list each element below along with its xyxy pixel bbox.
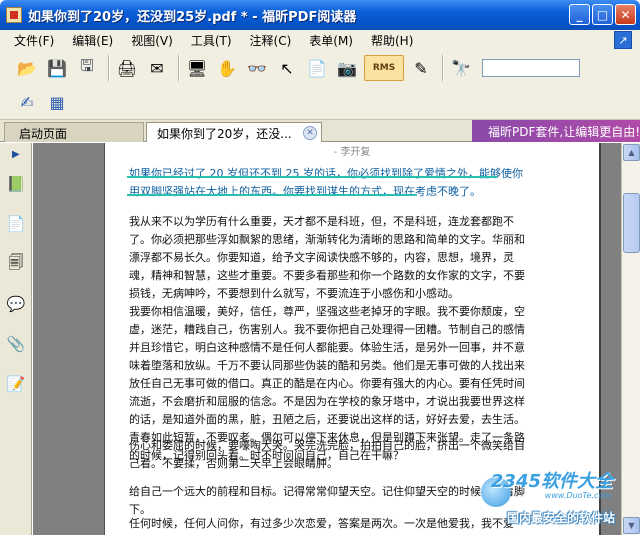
typewriter-icon[interactable]: ✍: [14, 90, 40, 116]
scroll-up-icon[interactable]: ▲: [623, 144, 640, 161]
text-select-icon[interactable]: 📄: [304, 55, 330, 81]
close-button[interactable]: ✕: [615, 4, 636, 25]
side-panel: ▶ 📗 📄 🗐 💬 📎 📝: [0, 143, 32, 535]
watermark-logo: 2345软件大全: [490, 471, 613, 492]
menu-edit[interactable]: 编辑(E): [72, 32, 113, 49]
rms-protect-icon[interactable]: RMS: [364, 55, 404, 81]
title-bar: 如果你到了20岁，还没到25岁.pdf * - 福昕PDF阅读器 _ □ ✕: [0, 0, 640, 30]
tab-document[interactable]: 如果你到了20岁，还没... ✕: [146, 122, 322, 142]
menu-bar: 文件(F) 编辑(E) 视图(V) 工具(T) 注释(C) 表单(M) 帮助(H…: [0, 30, 640, 50]
layers-icon[interactable]: 🗐: [6, 253, 26, 275]
toolbar-separator: [178, 55, 180, 81]
attachments-icon[interactable]: 📎: [6, 333, 26, 355]
save-icon[interactable]: 💾: [44, 55, 70, 81]
email-icon[interactable]: ✉: [144, 55, 170, 81]
paragraph[interactable]: 伤心和委屈的时候，要嚎啕大哭。哭完洗完脸，拍拍自己的脸，挤出一个微笑给自己看。不…: [129, 437, 529, 473]
tab-bar: 启动页面 如果你到了20岁，还没... ✕ 福昕PDF套件,让编辑更自由!: [0, 120, 640, 142]
page-header: - 李开复: [333, 147, 371, 158]
find-binoculars-icon[interactable]: 🔭: [448, 55, 474, 81]
window-title: 如果你到了20岁，还没到25岁.pdf * - 福昕PDF阅读器: [28, 9, 357, 25]
watermark-url: www.DuoTe.com: [544, 491, 611, 500]
menu-file[interactable]: 文件(F): [14, 32, 54, 49]
paragraph[interactable]: 任何时候，任何人问你，有过多少次恋爱，答案是两次。一次是他爱我，我不爱他。一次是: [129, 515, 529, 535]
highlight-underline: [127, 194, 417, 196]
toolbar-separator: [108, 55, 110, 81]
watermark-slogan: 国内最安全的软件站: [506, 511, 615, 525]
scroll-thumb[interactable]: [623, 193, 640, 253]
search-input[interactable]: [482, 59, 580, 77]
scroll-down-icon[interactable]: ▼: [623, 517, 640, 534]
menu-comment[interactable]: 注释(C): [250, 32, 292, 49]
sign-pen-icon[interactable]: ✎: [408, 55, 434, 81]
signatures-icon[interactable]: 📝: [6, 373, 26, 395]
main-toolbar: 📂 💾 🖫 🖨 ✉ 🖥 ✋ 👓 ↖ 📄 📷 RMS ✎ 🔭: [0, 50, 640, 86]
secondary-toolbar: ✍ ▦: [0, 86, 640, 120]
minimize-button[interactable]: _: [569, 4, 590, 25]
snapshot-camera-icon[interactable]: 📷: [334, 55, 360, 81]
app-icon: [6, 7, 22, 23]
tab-close-icon[interactable]: ✕: [303, 126, 317, 140]
expand-panel-icon[interactable]: ▶: [12, 149, 20, 160]
select-arrow-icon[interactable]: ↖: [274, 55, 300, 81]
save-as-icon[interactable]: 🖫: [74, 55, 100, 81]
menu-view[interactable]: 视图(V): [131, 32, 173, 49]
print-icon[interactable]: 🖨: [114, 55, 140, 81]
menu-form[interactable]: 表单(M): [309, 32, 353, 49]
menu-help[interactable]: 帮助(H): [371, 32, 413, 49]
highlight-underline: [127, 176, 497, 178]
site-watermark: 2345软件大全 www.DuoTe.com 国内最安全的软件站: [479, 463, 619, 533]
pages-thumbnail-icon[interactable]: 📗: [6, 173, 26, 195]
tab-document-label: 如果你到了20岁，还没...: [157, 127, 292, 141]
open-folder-icon[interactable]: 📂: [14, 55, 40, 81]
restore-layout-icon[interactable]: ↗: [614, 31, 632, 49]
window-controls: _ □ ✕: [569, 4, 636, 25]
vertical-scrollbar[interactable]: ▲ ▼: [621, 143, 640, 535]
toolbar-separator: [442, 55, 444, 81]
document-viewport[interactable]: - 李开复 如果你已经过了 20 岁但还不到 25 岁的话，你必须找到除了爱情之…: [33, 143, 621, 535]
area-highlight-icon[interactable]: ▦: [44, 90, 70, 116]
menu-tools[interactable]: 工具(T): [191, 32, 232, 49]
zoom-glasses-icon[interactable]: 👓: [244, 55, 270, 81]
promo-banner[interactable]: 福昕PDF套件,让编辑更自由!: [472, 120, 640, 142]
fullscreen-icon[interactable]: 🖥: [184, 55, 210, 81]
paragraph[interactable]: 给自己一个远大的前程和目标。记得常常仰望天空。记住仰望天空的时候也看看脚下。: [129, 483, 529, 519]
comments-icon[interactable]: 💬: [6, 293, 26, 315]
maximize-button[interactable]: □: [592, 4, 613, 25]
paragraph[interactable]: 我从来不以为学历有什么重要，天才都不是科班，但，不是科班，连龙套都跑不了。你必须…: [129, 213, 529, 303]
bookmarks-icon[interactable]: 📄: [6, 213, 26, 235]
tab-start-page[interactable]: 启动页面: [4, 122, 144, 142]
hand-tool-icon[interactable]: ✋: [214, 55, 240, 81]
